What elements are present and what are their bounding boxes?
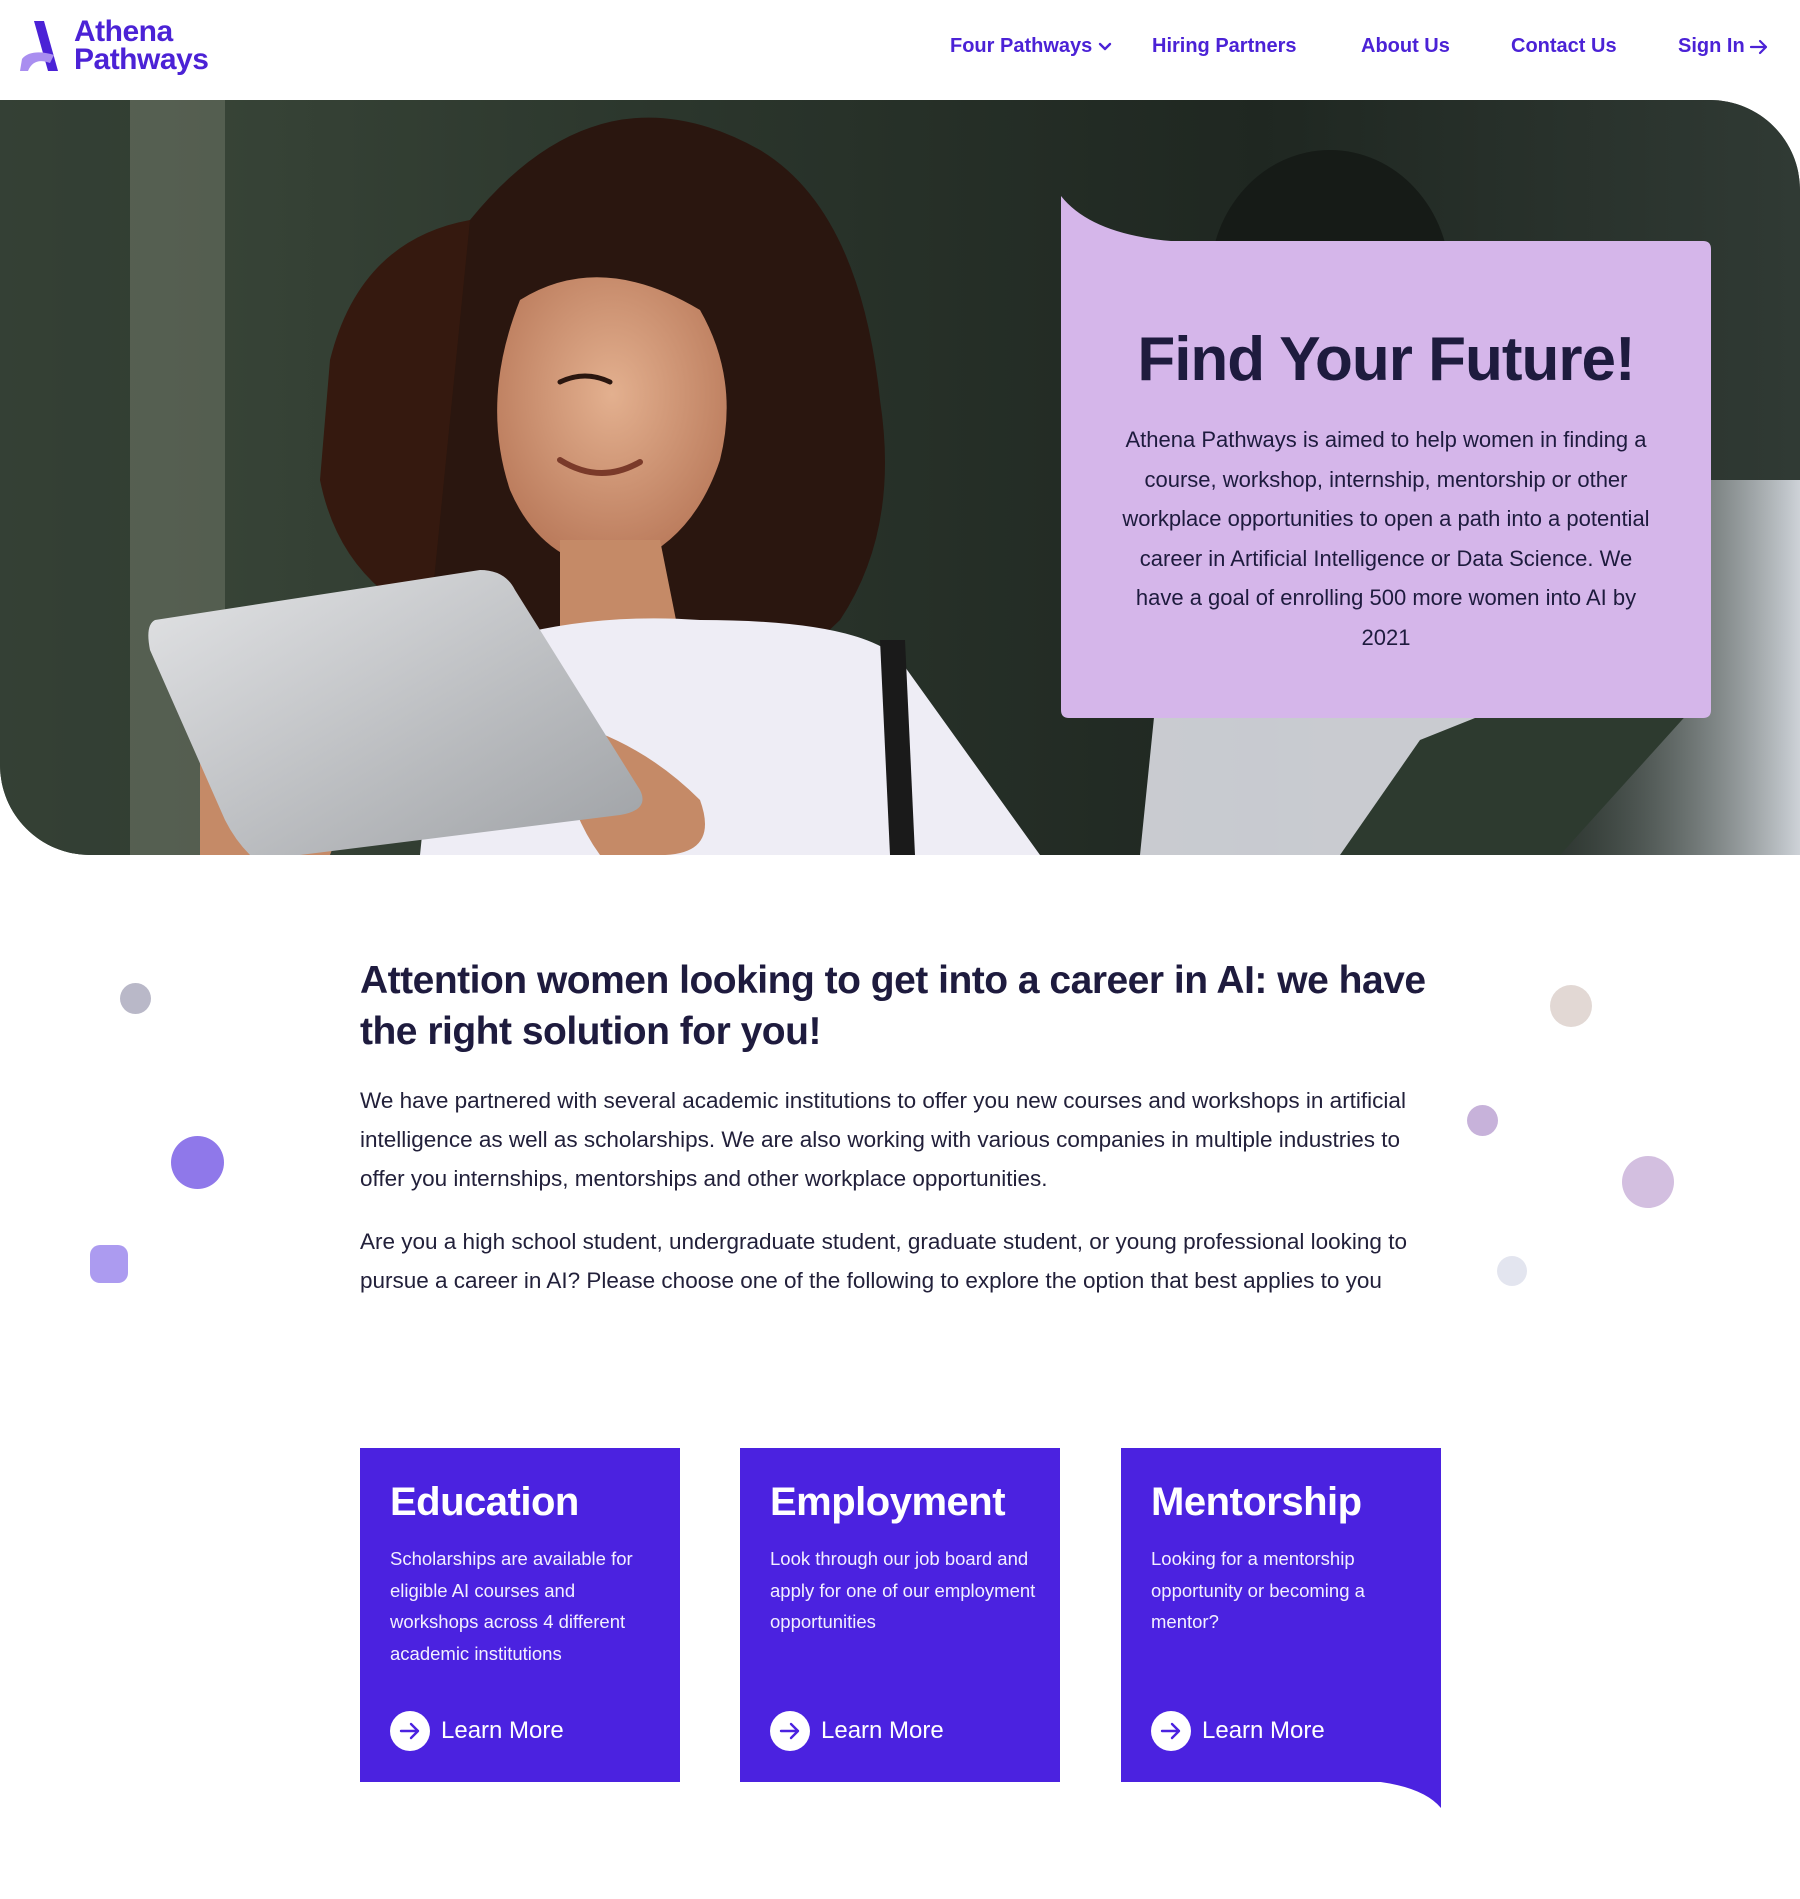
nav-four-pathways-label: Four Pathways [950,35,1093,57]
mentorship-learn-more-link[interactable]: Learn More [1151,1711,1325,1751]
pathway-card-education: Education Scholarships are available for… [360,1448,680,1782]
nav-contact-us[interactable]: Contact Us [1511,32,1617,60]
education-learn-more-link[interactable]: Learn More [390,1711,564,1751]
intro-paragraph-1: We have partnered with several academic … [360,1088,1406,1191]
arrow-circle-icon [770,1711,810,1751]
arrow-right-icon [1749,39,1767,54]
hero-description: Athena Pathways is aimed to help women i… [1122,427,1650,650]
hero-title: Find Your Future! [1137,325,1635,394]
top-navigation: Athena Pathways Four Pathways Hiring Par… [0,0,1800,100]
card-description: Look through our job board and apply for… [770,1548,1036,1632]
nav-hiring-partners[interactable]: Hiring Partners [1152,32,1296,60]
nav-sign-in[interactable]: Sign In [1678,32,1769,60]
pathway-card-employment: Employment Look through our job board an… [740,1448,1060,1782]
nav-about-us[interactable]: About Us [1361,32,1450,60]
arrow-circle-icon [1151,1711,1191,1751]
decorative-dot [171,1136,224,1189]
logo-line-2: Pathways [74,43,209,76]
employment-learn-more-link[interactable]: Learn More [770,1711,944,1751]
mentorship-card-tail [1121,1780,1441,1808]
nav-four-pathways[interactable]: Four Pathways [950,32,1112,60]
athena-logo-icon [20,21,58,71]
decorative-dot [1622,1156,1674,1208]
chevron-down-icon [1099,42,1112,50]
intro-heading: Attention women looking to get into a ca… [360,959,1426,1053]
nav-hiring-partners-label: Hiring Partners [1152,35,1297,57]
learn-more-label: Learn More [821,1717,944,1744]
learn-more-label: Learn More [1202,1717,1325,1744]
learn-more-label: Learn More [441,1717,564,1744]
logo-line-1: Athena [74,15,173,48]
card-title: Education [390,1480,579,1524]
pathway-card-mentorship: Mentorship Looking for a mentorship oppo… [1121,1448,1441,1782]
logo-wordmark: Athena Pathways [74,15,209,76]
intro-section: Attention women looking to get into a ca… [360,955,1450,1300]
decorative-dot [1497,1256,1527,1286]
card-description: Looking for a mentorship opportunity or … [1151,1548,1365,1632]
card-description: Scholarships are available for eligible … [390,1548,633,1664]
hero-text-card: Find Your Future! Athena Pathways is aim… [1061,196,1711,718]
decorative-dot [1467,1105,1498,1136]
nav-contact-us-label: Contact Us [1511,35,1617,57]
arrow-circle-icon [390,1711,430,1751]
nav-about-us-label: About Us [1361,35,1450,57]
hero-section: Find Your Future! Athena Pathways is aim… [0,100,1800,855]
card-title: Employment [770,1480,1006,1524]
decorative-dot [1550,985,1592,1027]
athena-pathways-logo[interactable]: Athena Pathways [20,15,220,82]
decorative-dot [90,1245,128,1283]
nav-sign-in-label: Sign In [1678,35,1745,57]
intro-paragraph-2: Are you a high school student, undergrad… [360,1229,1407,1293]
decorative-dot [120,983,151,1014]
card-title: Mentorship [1151,1480,1362,1524]
